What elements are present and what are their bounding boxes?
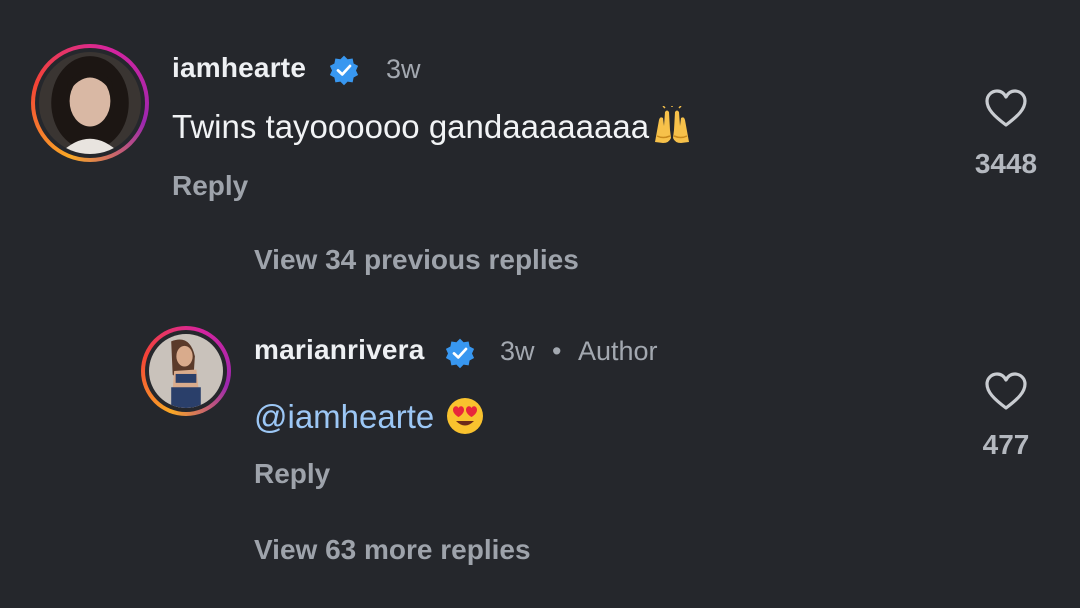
verified-badge-icon — [329, 55, 359, 86]
mention-link[interactable]: @iamhearte — [254, 398, 434, 435]
like-heart-icon[interactable] — [984, 371, 1028, 411]
comment-text: Twins tayoooooo gandaaaaaaaa — [172, 108, 650, 145]
reply-timestamp: 3w — [500, 336, 535, 366]
profile-photo-icon — [39, 52, 141, 154]
verified-badge-icon — [445, 338, 475, 369]
heart-eyes-emoji-icon — [447, 398, 484, 435]
reply-body: @iamhearte — [254, 398, 485, 436]
like-heart-icon[interactable] — [984, 88, 1028, 128]
author-badge: Author — [578, 336, 658, 366]
raising-hands-emoji-icon — [655, 106, 690, 144]
reply-button[interactable]: Reply — [172, 170, 248, 202]
comment-username[interactable]: iamhearte — [172, 52, 306, 84]
like-count: 477 — [982, 429, 1030, 460]
comment-body: Twins tayoooooo gandaaaaaaaa — [172, 106, 693, 146]
comments-thread: iamhearte 3w Twins tayoooooo gandaaaaaaa… — [0, 0, 1080, 608]
like-count: 3448 — [974, 148, 1038, 179]
view-previous-replies-button[interactable]: View 34 previous replies — [254, 244, 579, 276]
reply-button[interactable]: Reply — [254, 458, 330, 490]
reply-username[interactable]: marianrivera — [254, 334, 425, 366]
comment-timestamp: 3w — [386, 54, 421, 84]
avatar-marianrivera[interactable] — [141, 326, 231, 416]
profile-photo-icon — [149, 334, 223, 408]
meta-separator: • — [552, 336, 562, 366]
view-more-replies-button[interactable]: View 63 more replies — [254, 534, 531, 566]
avatar-iamhearte[interactable] — [31, 44, 149, 162]
